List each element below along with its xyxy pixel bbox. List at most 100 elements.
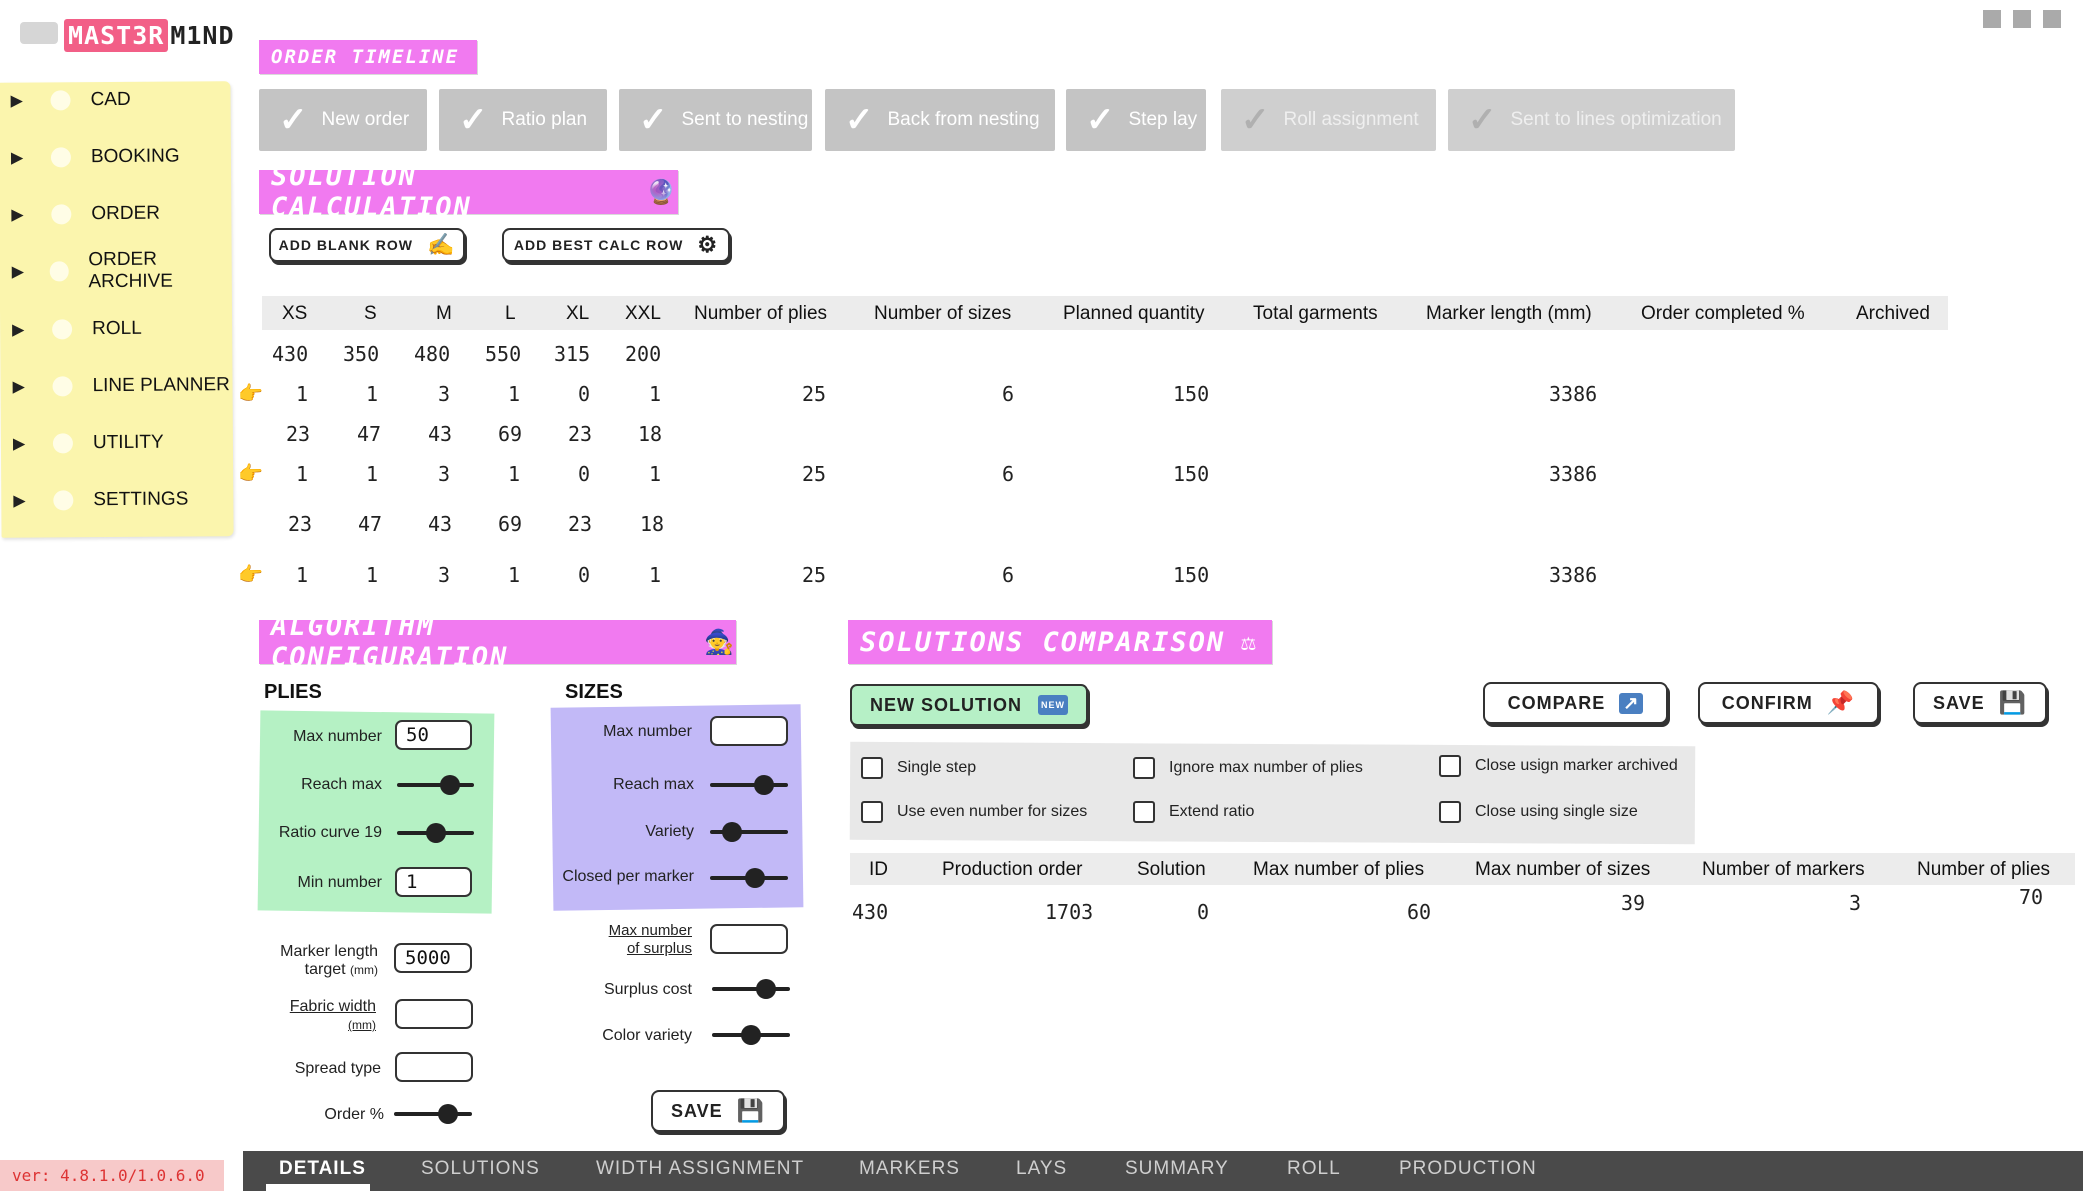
slider-knob[interactable] (753, 775, 774, 795)
tab-roll[interactable]: ROLL (1287, 1158, 1341, 1180)
minimize-window-button[interactable] (1983, 10, 2001, 28)
menu-toggle[interactable] (20, 22, 58, 44)
max-surplus-label: Max number (560, 922, 692, 939)
order-pct-slider[interactable] (394, 1103, 472, 1125)
checkbox[interactable] (1439, 755, 1461, 777)
slider-knob[interactable] (721, 822, 742, 842)
solution-id-cell[interactable]: 430 (852, 900, 888, 924)
option-single-step[interactable]: Single step (861, 757, 976, 779)
ratio-cell[interactable]: 1 (508, 462, 520, 486)
add-blank-row-button[interactable]: ADD BLANK ROW ✍ (269, 228, 465, 262)
checkbox[interactable] (1133, 757, 1155, 779)
option-ignore-max-plies[interactable]: Ignore max number of plies (1133, 757, 1363, 779)
color-variety-slider[interactable] (712, 1024, 790, 1046)
close-window-button[interactable] (2043, 10, 2061, 28)
ratio-cell[interactable]: 0 (578, 563, 590, 587)
ratio-cell[interactable]: 1 (649, 382, 661, 406)
checkbox[interactable] (861, 801, 883, 823)
tab-width-assignment[interactable]: WIDTH ASSIGNMENT (596, 1158, 804, 1180)
slider-track (394, 1112, 472, 1116)
timeline-step-new-order[interactable]: ✓ New order (259, 89, 427, 151)
sidebar-item-order[interactable]: ▶ ORDER (11, 199, 160, 230)
slider-knob[interactable] (755, 979, 776, 999)
markers-cell: 3 (1849, 891, 1862, 915)
timeline-step-label: Back from nesting (887, 109, 1040, 130)
ratio-cell[interactable]: 1 (296, 563, 308, 587)
plies-min-number-input[interactable]: 1 (395, 867, 472, 897)
sidebar-item-booking[interactable]: ▶ BOOKING (11, 142, 180, 173)
plies-reach-max-slider[interactable] (397, 774, 474, 796)
sidebar-item-utility[interactable]: ▶ UTILITY (13, 428, 164, 459)
max-surplus-input[interactable] (710, 924, 788, 954)
sidebar-item-cad[interactable]: ▶ CAD (10, 85, 131, 116)
expand-arrow-icon: ▶ (12, 378, 25, 396)
plies-max-number-input[interactable]: 50 (395, 720, 472, 750)
timeline-step-sent-to-nesting[interactable]: ✓ Sent to nesting (619, 89, 812, 151)
pointing-hand-icon[interactable]: 👉 (238, 461, 263, 486)
slider-knob[interactable] (425, 823, 446, 843)
timeline-step-roll-assignment[interactable]: ✓ Roll assignment (1221, 89, 1436, 151)
max-surplus-label-line2: of surplus (560, 940, 692, 957)
option-even-number-sizes[interactable]: Use even number for sizes (861, 801, 1087, 823)
timeline-step-step-lay[interactable]: ✓ Step lay (1066, 89, 1206, 151)
sidebar-item-order-archive[interactable]: ▶ ORDER ARCHIVE (12, 249, 232, 292)
variety-slider[interactable] (710, 821, 788, 843)
ratio-cell[interactable]: 1 (366, 563, 378, 587)
pointing-hand-icon[interactable]: 👉 (238, 381, 263, 406)
ratio-cell[interactable]: 0 (578, 382, 590, 406)
spread-type-input[interactable] (395, 1052, 473, 1082)
sizes-max-number-input[interactable] (710, 716, 788, 746)
sidebar-item-roll[interactable]: ▶ ROLL (12, 314, 142, 345)
maximize-window-button[interactable] (2013, 10, 2031, 28)
checkbox[interactable] (1133, 801, 1155, 823)
tab-production[interactable]: PRODUCTION (1399, 1158, 1537, 1180)
new-solution-button[interactable]: NEW SOLUTION NEW (850, 684, 1088, 726)
tab-details[interactable]: DETAILS (279, 1158, 366, 1180)
ratio-cell[interactable]: 3 (438, 462, 450, 486)
slider-knob[interactable] (741, 1025, 761, 1045)
option-close-marker-archived[interactable]: Close usign marker archived (1439, 755, 1678, 777)
compare-button[interactable]: COMPARE ↗ (1483, 682, 1668, 724)
tab-solutions[interactable]: SOLUTIONS (421, 1158, 540, 1180)
ratio-cell[interactable]: 1 (649, 462, 661, 486)
ratio-curve-slider[interactable] (397, 822, 474, 844)
ratio-cell[interactable]: 0 (578, 462, 590, 486)
ratio-cell[interactable]: 3 (438, 563, 450, 587)
closed-per-marker-slider[interactable] (710, 867, 788, 889)
ratio-cell[interactable]: 1 (296, 462, 308, 486)
ratio-cell[interactable]: 1 (366, 462, 378, 486)
slider-knob[interactable] (437, 1104, 458, 1124)
fabric-width-input[interactable] (395, 999, 473, 1029)
ratio-cell[interactable]: 1 (366, 382, 378, 406)
add-best-calc-row-button[interactable]: ADD BEST CALC ROW ⚙ (502, 228, 730, 262)
confirm-button[interactable]: CONFIRM 📌 (1698, 682, 1879, 724)
marker-length-input[interactable]: 5000 (394, 943, 472, 973)
wizard-icon: 🧙 (704, 628, 736, 656)
slider-knob[interactable] (439, 775, 460, 795)
column-header: Number of plies (1917, 859, 2051, 880)
surplus-cost-slider[interactable] (712, 978, 790, 1000)
timeline-step-ratio-plan[interactable]: ✓ Ratio plan (439, 89, 607, 151)
sidebar-item-settings[interactable]: ▶ SETTINGS (13, 484, 188, 515)
timeline-step-back-from-nesting[interactable]: ✓ Back from nesting (825, 89, 1055, 151)
sidebar-item-line-planner[interactable]: ▶ LINE PLANNER (12, 370, 230, 402)
tab-markers[interactable]: MARKERS (859, 1158, 960, 1180)
algo-save-button[interactable]: SAVE 💾 (651, 1090, 785, 1132)
ratio-cell[interactable]: 3 (438, 382, 450, 406)
slider-knob[interactable] (744, 868, 765, 888)
ratio-cell[interactable]: 1 (508, 382, 520, 406)
tab-summary[interactable]: SUMMARY (1125, 1158, 1229, 1180)
ratio-cell[interactable]: 1 (649, 563, 661, 587)
option-extend-ratio[interactable]: Extend ratio (1133, 801, 1254, 823)
checkbox[interactable] (861, 757, 883, 779)
ratio-cell[interactable]: 1 (296, 382, 308, 406)
comparison-save-button[interactable]: SAVE 💾 (1913, 682, 2047, 724)
option-close-single-size[interactable]: Close using single size (1439, 801, 1638, 823)
checkbox[interactable] (1439, 801, 1461, 823)
pointing-hand-icon[interactable]: 👉 (238, 562, 263, 587)
sizes-reach-max-slider[interactable] (710, 774, 788, 796)
column-header: Production order (942, 859, 1083, 880)
timeline-step-sent-to-lines-optimization[interactable]: ✓ Sent to lines optimization (1448, 89, 1735, 151)
tab-lays[interactable]: LAYS (1016, 1158, 1067, 1180)
ratio-cell[interactable]: 1 (508, 563, 520, 587)
